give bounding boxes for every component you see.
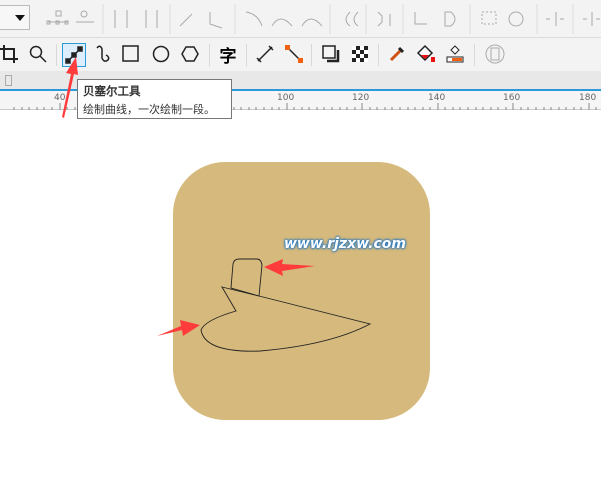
bezier-tool-button[interactable] [62, 43, 86, 67]
polygon-tool-icon[interactable] [179, 43, 201, 65]
rectangle-tool-icon[interactable] [120, 43, 142, 65]
dimension-tool-icon[interactable] [254, 43, 276, 65]
drop-shadow-tool-icon[interactable] [320, 43, 342, 65]
toolbox: 字 [0, 38, 601, 71]
ruler-label: 100 [277, 93, 295, 103]
ruler-label: 120 [352, 93, 370, 103]
add-node-icon [46, 10, 69, 25]
ruler-label: 140 [428, 93, 446, 103]
delete-node-icon [76, 10, 94, 23]
ellipse-tool-icon[interactable] [150, 43, 172, 65]
text-tool-icon[interactable]: 字 [216, 42, 240, 67]
page-icon[interactable] [484, 43, 506, 65]
property-bar [0, 0, 601, 38]
node-edit-icons [46, 4, 600, 34]
smart-fill-tool-icon[interactable] [444, 43, 466, 65]
ruler-label: 180 [579, 93, 597, 103]
watermark: www.rjzxw.com [284, 236, 406, 252]
ruler-label: 160 [503, 93, 521, 103]
eyedropper-tool-icon[interactable] [386, 43, 408, 65]
transparency-tool-icon[interactable] [349, 43, 371, 65]
ruler-label: 40 [54, 93, 66, 103]
tooltip-title: 贝塞尔工具 [83, 84, 141, 98]
rounded-square-shape[interactable] [173, 162, 430, 420]
tooltip-description: 绘制曲线，一次绘制一段。 [83, 103, 215, 116]
tooltip: 贝塞尔工具 绘制曲线，一次绘制一段。 [77, 79, 232, 119]
interactive-fill-tool-icon[interactable] [415, 43, 437, 65]
zoom-tool-icon[interactable] [27, 43, 49, 65]
freehand-tool-icon[interactable] [92, 43, 114, 65]
crop-tool-icon[interactable] [0, 43, 20, 65]
connector-tool-icon[interactable] [283, 43, 305, 65]
page-tab-icon[interactable] [5, 75, 12, 86]
